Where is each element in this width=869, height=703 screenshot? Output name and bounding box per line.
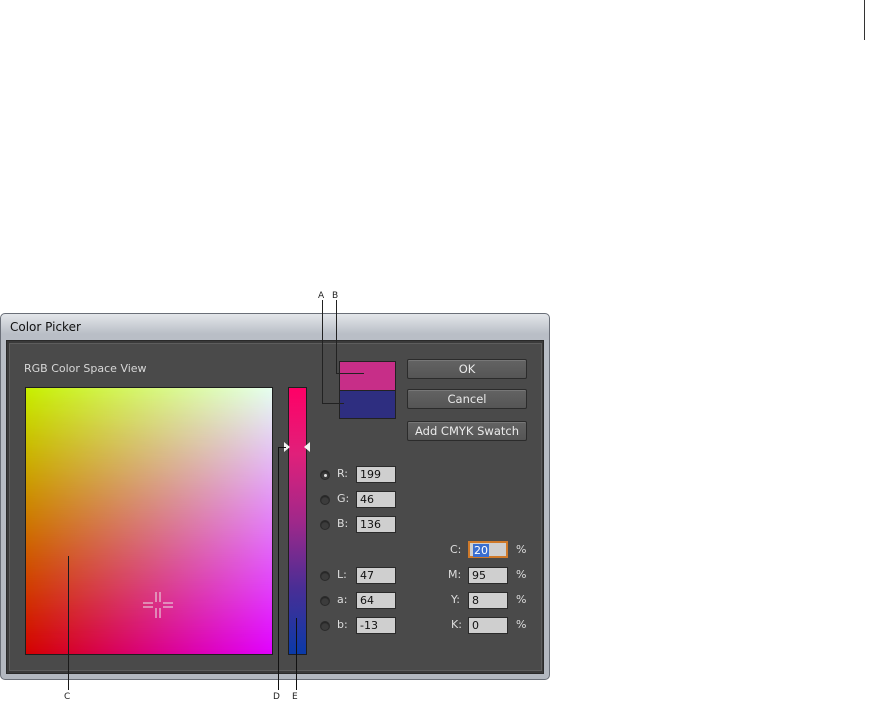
lab-a-label: a:	[337, 593, 348, 606]
window-title: Color Picker	[10, 320, 81, 334]
cancel-button[interactable]: Cancel	[407, 389, 527, 409]
page-edge-line	[864, 0, 865, 40]
y-input[interactable]: 8	[468, 592, 508, 609]
l-input[interactable]: 47	[356, 567, 396, 584]
callout-a-line-v	[322, 300, 323, 404]
crosshair-icon[interactable]	[143, 590, 173, 620]
callout-e-line	[296, 618, 297, 690]
b-input[interactable]: 136	[356, 516, 396, 533]
r-input[interactable]: 199	[356, 466, 396, 483]
k-label: K:	[451, 618, 462, 631]
lab-b-input[interactable]: -13	[356, 617, 396, 634]
m-input[interactable]: 95	[468, 567, 508, 584]
color-space-label: RGB Color Space View	[24, 362, 147, 375]
k-input[interactable]: 0	[468, 617, 508, 634]
k-unit: %	[516, 618, 527, 631]
callout-d-line-h	[278, 447, 286, 448]
callout-b-line-v	[336, 300, 337, 374]
g-label: G:	[337, 492, 350, 505]
y-label: Y:	[451, 593, 460, 606]
new-color-swatch	[339, 361, 396, 391]
lab-b-label: b:	[337, 618, 348, 631]
m-unit: %	[516, 568, 527, 581]
lab-a-radio[interactable]	[320, 596, 330, 606]
add-cmyk-swatch-button[interactable]: Add CMYK Swatch	[407, 421, 527, 441]
lab-a-input[interactable]: 64	[356, 592, 396, 609]
lab-b-radio[interactable]	[320, 621, 330, 631]
b-label: B:	[337, 517, 349, 530]
b-radio[interactable]	[320, 520, 330, 530]
original-color-swatch[interactable]	[339, 390, 396, 419]
r-radio[interactable]	[320, 470, 330, 480]
color-slider[interactable]	[288, 387, 307, 655]
callout-b-line-h	[336, 373, 364, 374]
callout-a-line-h	[322, 403, 344, 404]
g-input[interactable]: 46	[356, 491, 396, 508]
callout-e: E	[292, 692, 298, 702]
callout-d-line-v	[278, 447, 279, 690]
ok-button[interactable]: OK	[407, 359, 527, 379]
c-value: 20	[473, 544, 489, 557]
callout-c-line	[68, 556, 69, 690]
l-label: L:	[337, 568, 347, 581]
callout-c: C	[64, 692, 71, 702]
l-radio[interactable]	[320, 571, 330, 581]
callout-d: D	[273, 692, 280, 702]
y-unit: %	[516, 593, 527, 606]
slider-right-triangle-icon[interactable]	[304, 442, 310, 452]
m-label: M:	[448, 568, 462, 581]
r-label: R:	[337, 467, 349, 480]
c-input[interactable]: 20	[468, 541, 508, 558]
c-label: C:	[450, 543, 462, 556]
c-unit: %	[516, 543, 527, 556]
g-radio[interactable]	[320, 495, 330, 505]
